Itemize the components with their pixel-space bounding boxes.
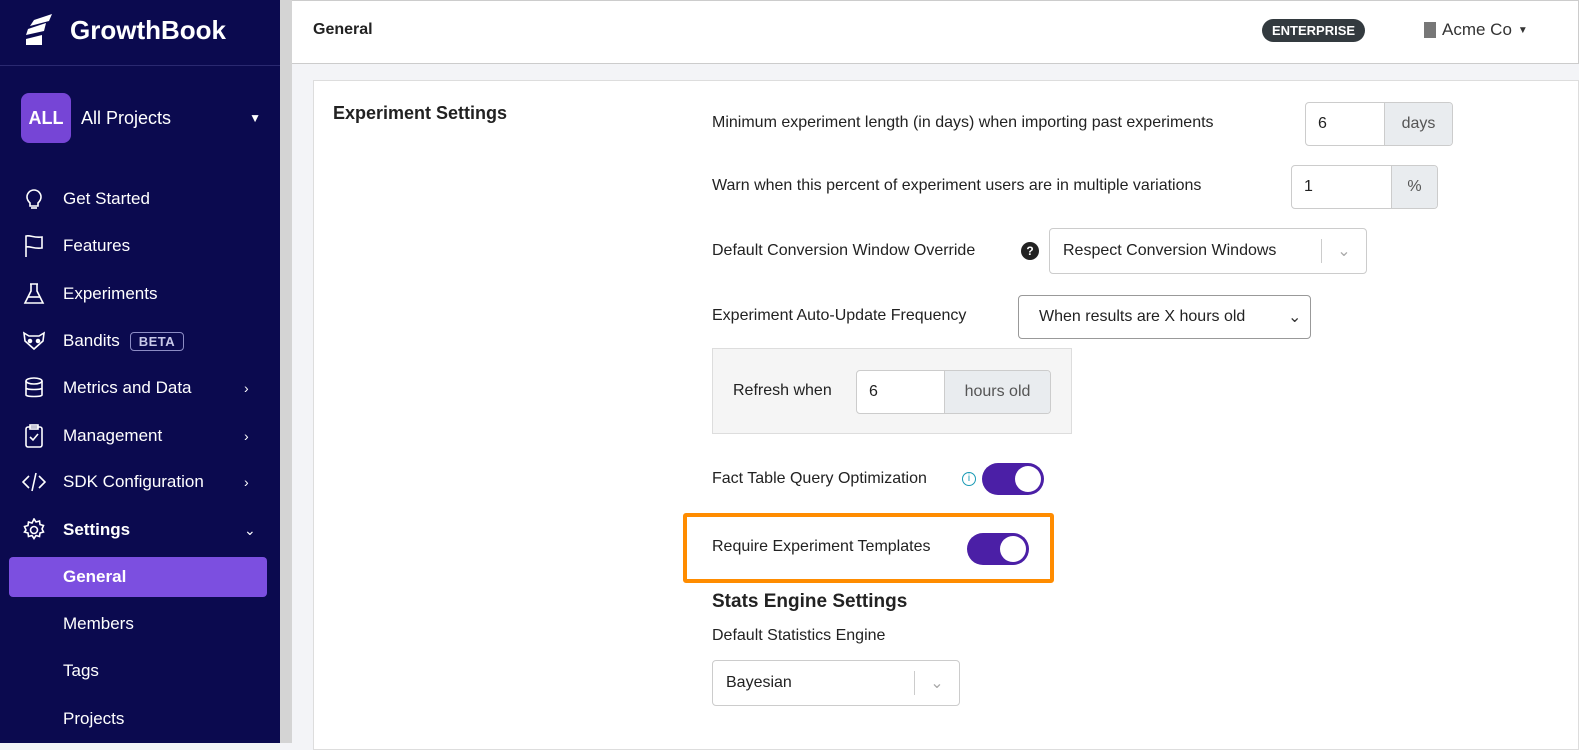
unit-addon: hours old bbox=[944, 371, 1050, 413]
plan-badge: ENTERPRISE bbox=[1262, 19, 1366, 42]
unit-addon: % bbox=[1391, 166, 1437, 208]
sidebar-item-experiments[interactable]: Experiments bbox=[0, 274, 280, 314]
flag-icon bbox=[25, 234, 43, 257]
database-icon bbox=[25, 377, 43, 398]
app-name: GrowthBook bbox=[70, 14, 226, 45]
project-name: All Projects bbox=[81, 107, 172, 128]
label: Bandits bbox=[63, 331, 120, 350]
clipboard-icon bbox=[25, 424, 43, 448]
raccoon-icon bbox=[23, 331, 45, 351]
multiple-exposure-input[interactable]: 1 % bbox=[1291, 165, 1438, 209]
stats-engine-title: Stats Engine Settings bbox=[712, 591, 908, 612]
logo[interactable]: GrowthBook bbox=[22, 12, 226, 48]
auto-update-label: Experiment Auto-Update Frequency bbox=[712, 307, 967, 324]
sidebar-item-settings[interactable]: Settings ⌄ bbox=[0, 510, 280, 550]
stats-engine-label: Default Statistics Engine bbox=[712, 627, 886, 644]
chevron-down-icon: ⌄ bbox=[244, 521, 256, 538]
sidebar-item-sdk-configuration[interactable]: SDK Configuration › bbox=[0, 462, 280, 502]
chevron-right-icon: › bbox=[244, 474, 249, 490]
flask-icon bbox=[23, 283, 45, 304]
require-templates-toggle[interactable] bbox=[967, 533, 1029, 565]
sidebar-resize-handle[interactable] bbox=[280, 0, 292, 743]
growthbook-logo-icon bbox=[26, 14, 52, 45]
sidebar-subitem-tags[interactable]: Tags bbox=[0, 651, 280, 691]
help-icon[interactable]: ? bbox=[1021, 242, 1039, 260]
chevron-down-icon: ⌄ bbox=[930, 675, 944, 692]
refresh-hours-input[interactable]: 6 hours old bbox=[856, 370, 1051, 414]
gear-icon bbox=[23, 518, 45, 540]
selected-value: When results are X hours old bbox=[1039, 308, 1246, 325]
sidebar-item-management[interactable]: Management › bbox=[0, 416, 280, 456]
chevron-right-icon: › bbox=[244, 380, 249, 396]
sidebar-subitem-members[interactable]: Members bbox=[0, 604, 280, 644]
chevron-right-icon: › bbox=[244, 428, 249, 444]
sidebar-item-bandits[interactable]: Bandits BETA bbox=[0, 321, 280, 361]
value[interactable]: 6 bbox=[1306, 103, 1384, 145]
code-icon bbox=[22, 472, 46, 492]
project-badge: ALL bbox=[21, 93, 71, 143]
auto-update-select[interactable]: When results are X hours old ⌄ bbox=[1018, 295, 1311, 339]
sidebar-item-metrics-and-data[interactable]: Metrics and Data › bbox=[0, 368, 280, 408]
sidebar-item-features[interactable]: Features bbox=[0, 226, 280, 266]
conversion-window-select[interactable]: Respect Conversion Windows ⌄ bbox=[1049, 228, 1367, 274]
sidebar: GrowthBook ALL All Projects ▼ Get Starte… bbox=[0, 0, 280, 743]
org-name: Acme Co bbox=[1442, 20, 1512, 39]
sidebar-subitem-projects[interactable]: Projects bbox=[0, 699, 280, 739]
refresh-label: Refresh when bbox=[733, 382, 832, 399]
min-length-label: Minimum experiment length (in days) when… bbox=[712, 114, 1214, 131]
value[interactable]: 1 bbox=[1292, 166, 1391, 208]
chevron-down-icon: ⌄ bbox=[1337, 243, 1351, 260]
chevron-down-icon: ⌄ bbox=[1288, 309, 1302, 326]
selected-value: Bayesian bbox=[726, 674, 792, 691]
selected-value: Respect Conversion Windows bbox=[1063, 242, 1277, 259]
sidebar-item-get-started[interactable]: Get Started bbox=[0, 179, 280, 219]
multiple-exposure-label: Warn when this percent of experiment use… bbox=[712, 177, 1202, 194]
unit-addon: days bbox=[1384, 103, 1452, 145]
min-length-input[interactable]: 6 days bbox=[1305, 102, 1453, 146]
lightbulb-icon bbox=[26, 189, 42, 209]
caret-down-icon: ▼ bbox=[1517, 24, 1528, 36]
stats-engine-select[interactable]: Bayesian ⌄ bbox=[712, 660, 960, 706]
fact-table-toggle[interactable] bbox=[982, 463, 1044, 495]
value[interactable]: 6 bbox=[857, 371, 944, 413]
conversion-window-label: Default Conversion Window Override bbox=[712, 242, 976, 259]
top-header: General ENTERPRISE Acme Co ▼ bbox=[292, 0, 1579, 64]
info-icon[interactable]: i bbox=[962, 472, 976, 486]
building-icon bbox=[1424, 22, 1436, 38]
fact-table-label: Fact Table Query Optimization bbox=[712, 470, 927, 487]
divider bbox=[0, 65, 280, 66]
require-templates-label: Require Experiment Templates bbox=[712, 538, 931, 555]
project-selector[interactable]: ALL All Projects ▼ bbox=[21, 93, 261, 143]
section-title: Experiment Settings bbox=[333, 103, 508, 123]
org-selector[interactable]: Acme Co ▼ bbox=[1424, 20, 1528, 40]
sidebar-subitem-general[interactable]: General bbox=[9, 557, 267, 597]
page-title: General bbox=[313, 21, 373, 38]
caret-down-icon: ▼ bbox=[249, 111, 261, 125]
beta-badge: BETA bbox=[129, 332, 185, 351]
